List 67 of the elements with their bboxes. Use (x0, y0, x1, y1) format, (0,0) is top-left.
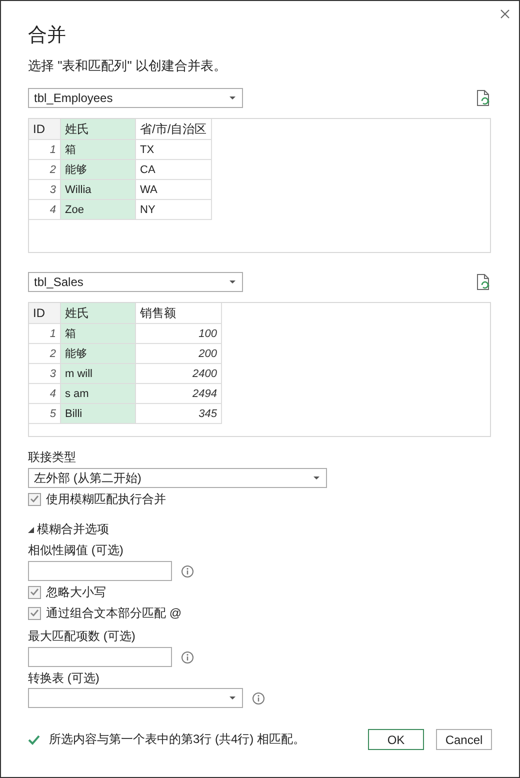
field-label: 最大匹配项数 (可选) (28, 629, 136, 643)
checkbox[interactable] (28, 586, 41, 598)
status-message: 所选内容与第一个表中的第3行 (共4行) 相匹配。 (49, 731, 306, 748)
checkbox-label: 通过组合文本部分匹配 @ (46, 604, 182, 622)
info-icon (181, 650, 194, 664)
ok-button[interactable]: OK (368, 729, 424, 750)
checkbox[interactable] (28, 606, 41, 620)
info-icon (181, 564, 194, 578)
table-cell: TX (136, 140, 212, 160)
column-header[interactable]: 销售额 (136, 303, 222, 324)
table-cell: 4 (29, 200, 60, 220)
info-icon (252, 692, 265, 704)
table-cell: 箱 (60, 324, 136, 344)
table-cell: 5 (29, 404, 60, 424)
table-cell: 4 (29, 384, 60, 404)
join-type-dropdown[interactable]: 左外部 (从第二开始) (28, 468, 327, 488)
dropdown-arrow-icon (229, 96, 236, 100)
table-dropdown[interactable]: tbl_Sales (28, 272, 243, 292)
dropdown-arrow-icon (313, 476, 320, 480)
table-cell: 345 (136, 404, 222, 424)
table-cell: 2 (29, 160, 60, 180)
table-cell: 2494 (136, 384, 222, 404)
field-label: 联接类型 (28, 450, 76, 464)
table-dropdown[interactable]: tbl_Employees (28, 88, 243, 108)
dropdown-arrow-icon (229, 696, 236, 700)
table-cell: 1 (29, 140, 60, 160)
table-cell: NY (136, 200, 212, 220)
table-cell: 200 (136, 344, 222, 364)
checkbox-label: 使用模糊匹配执行合并 (46, 490, 166, 508)
dropdown-arrow-icon (229, 280, 236, 284)
column-header[interactable]: 姓氏 (60, 119, 136, 140)
field-label: 相似性阈值 (可选) (28, 543, 124, 557)
table-cell: 2 (29, 344, 60, 364)
refresh-file-icon[interactable] (476, 90, 490, 106)
table-cell: s am (60, 384, 136, 404)
column-header[interactable]: ID (29, 119, 60, 140)
table-cell: WA (136, 180, 212, 200)
table-cell: m will (60, 364, 136, 384)
column-header[interactable]: 省/市/自治区 (136, 119, 212, 140)
dropdown-field[interactable] (28, 688, 243, 708)
column-header[interactable]: ID (29, 303, 60, 324)
table-cell: CA (136, 160, 212, 180)
table-cell: 100 (136, 324, 222, 344)
checkbox-label: 忽略大小写 (46, 584, 106, 600)
table-cell: 2400 (136, 364, 222, 384)
checkbox[interactable] (28, 492, 41, 506)
close-button[interactable] (498, 7, 512, 21)
column-header[interactable]: 姓氏 (60, 303, 136, 324)
table-cell: Zoe (60, 200, 136, 220)
input-field[interactable] (28, 561, 172, 581)
instruction-text: 选择 "表和匹配列" 以创建合并表。 (28, 58, 226, 74)
table-cell: 能够 (60, 344, 136, 364)
field-label: 转换表 (可选) (28, 671, 100, 685)
close-icon (500, 9, 510, 19)
table-cell: 3 (29, 364, 60, 384)
table-cell: 箱 (60, 140, 136, 160)
table-cell: Billi (60, 404, 136, 424)
cancel-button[interactable]: Cancel (436, 729, 492, 750)
expand-triangle-icon[interactable] (28, 526, 34, 532)
dialog-title: 合并 (28, 24, 66, 48)
table-cell: 1 (29, 324, 60, 344)
table-cell: Willia (60, 180, 136, 200)
table-cell: 3 (29, 180, 60, 200)
section-header[interactable]: 模糊合并选项 (37, 521, 109, 538)
table-cell: 能够 (60, 160, 136, 180)
input-field[interactable] (28, 647, 172, 667)
refresh-file-icon[interactable] (476, 274, 490, 290)
